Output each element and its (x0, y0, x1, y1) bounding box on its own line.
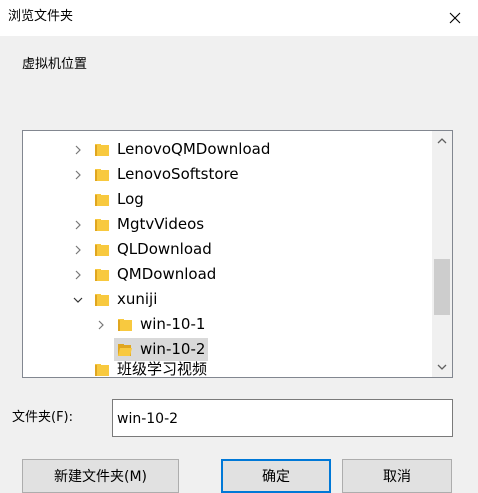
dialog-description: 虚拟机位置 (22, 57, 88, 72)
chevron-right-icon[interactable] (96, 320, 106, 330)
tree-item-label: QLDownload (117, 240, 212, 258)
title-bar: 浏览文件夹 (0, 0, 478, 36)
tree-item[interactable]: MgtvVideos (23, 212, 433, 237)
chevron-right-icon[interactable] (73, 145, 83, 155)
tree-item-label: Log (117, 190, 144, 208)
folder-open-icon (118, 344, 132, 356)
close-icon (449, 12, 461, 24)
window-title: 浏览文件夹 (8, 9, 74, 24)
tree-item-label: QMDownload (117, 265, 217, 283)
scrollbar-thumb[interactable] (434, 259, 450, 315)
folder-icon (118, 319, 132, 331)
folder-name-input[interactable] (112, 399, 453, 437)
vertical-scrollbar[interactable] (432, 131, 452, 377)
tree-item[interactable]: xuniji (23, 287, 433, 312)
tree-item[interactable]: Log (23, 187, 433, 212)
folder-icon (95, 169, 109, 181)
ok-button[interactable]: 确定 (221, 459, 331, 493)
folder-field-label: 文件夹(F): (12, 410, 74, 425)
chevron-right-icon[interactable] (73, 220, 83, 230)
tree-item[interactable]: QMDownload (23, 262, 433, 287)
tree-item[interactable]: win-10-1 (23, 312, 433, 337)
scroll-down-button[interactable] (432, 357, 452, 377)
folder-icon (95, 219, 109, 231)
tree-item-label: win-10-1 (140, 315, 206, 333)
folder-tree[interactable]: LenovoQMDownload LenovoSoftstore Log Mgt… (22, 130, 453, 378)
chevron-down-icon[interactable] (73, 295, 83, 305)
chevron-down-icon (437, 364, 447, 370)
new-folder-button[interactable]: 新建文件夹(M) (22, 459, 179, 493)
folder-icon (95, 269, 109, 281)
chevron-right-icon[interactable] (73, 245, 83, 255)
tree-item-label: MgtvVideos (117, 215, 205, 233)
close-button[interactable] (432, 0, 478, 36)
folder-icon (95, 144, 109, 156)
tree-item[interactable]: QLDownload (23, 237, 433, 262)
folder-icon (95, 194, 109, 206)
cancel-button[interactable]: 取消 (342, 459, 452, 493)
chevron-right-icon[interactable] (73, 270, 83, 280)
folder-icon (95, 364, 109, 376)
tree-item-label: LenovoQMDownload (117, 140, 271, 158)
chevron-right-icon[interactable] (73, 170, 83, 180)
tree-item[interactable]: LenovoQMDownload (23, 137, 433, 162)
folder-icon (95, 244, 109, 256)
tree-item-label: 班级学习视频 (117, 360, 208, 378)
tree-item-label: LenovoSoftstore (117, 165, 239, 183)
folder-icon (95, 294, 109, 306)
scroll-up-button[interactable] (432, 131, 452, 151)
chevron-up-icon (437, 138, 447, 144)
tree-item[interactable]: 班级学习视频 (23, 357, 433, 378)
tree-item-label: xuniji (117, 290, 158, 308)
tree-item[interactable]: LenovoSoftstore (23, 162, 433, 187)
